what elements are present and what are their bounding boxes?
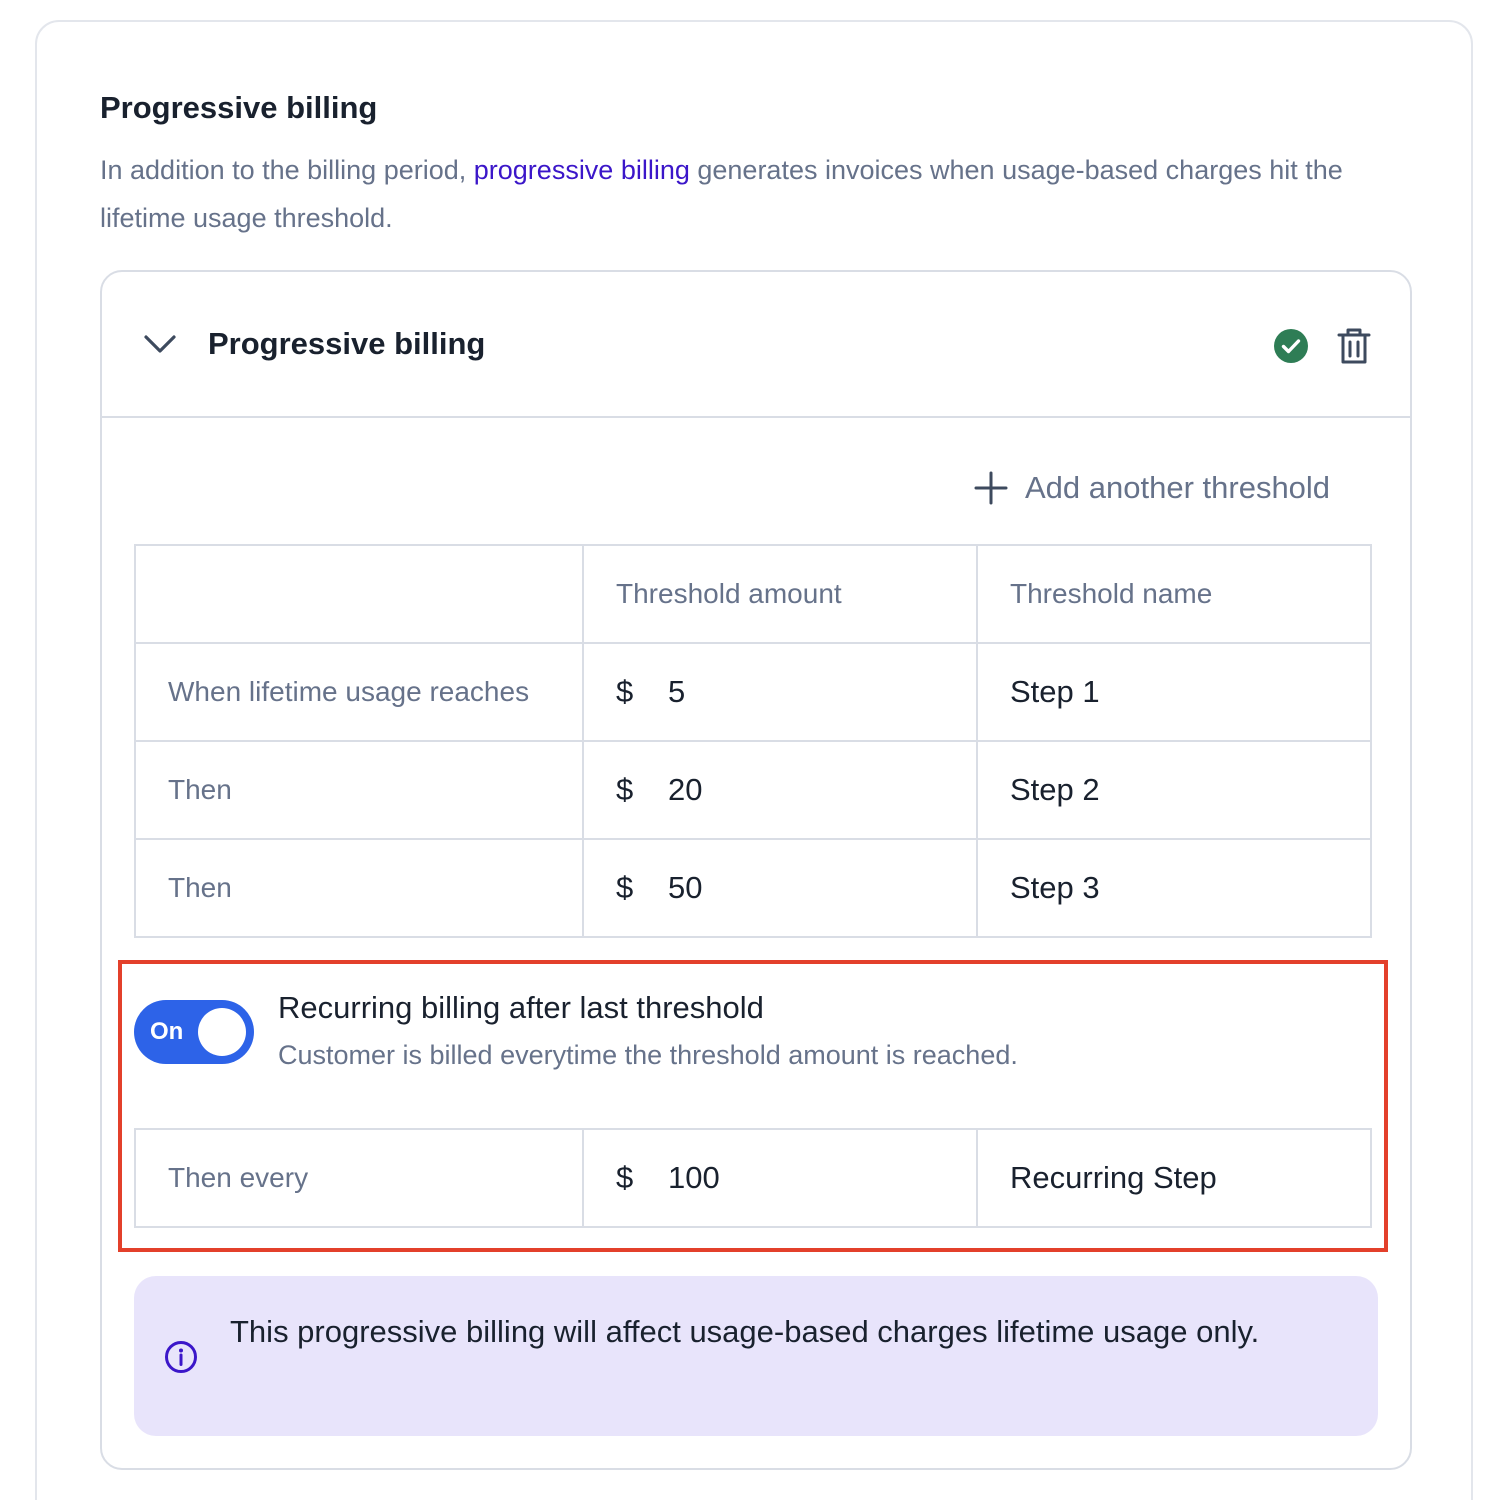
recurring-amount-input[interactable]: $100 — [582, 1128, 978, 1228]
table-header-amount: Threshold amount — [582, 544, 978, 644]
table-row: Then every $100 Recurring Step — [134, 1128, 1372, 1228]
recurring-amount-value: 100 — [668, 1160, 720, 1195]
table-row: Then $20 Step 2 — [134, 740, 1372, 840]
currency-symbol: $ — [616, 772, 634, 807]
table-header-name: Threshold name — [976, 544, 1372, 644]
recurring-subtitle: Customer is billed everytime the thresho… — [278, 1040, 1018, 1070]
threshold-amount-input[interactable]: $20 — [582, 740, 978, 840]
section-title: Progressive billing — [100, 90, 378, 125]
section-description-text: In addition to the billing period, — [100, 155, 474, 185]
progressive-billing-link[interactable]: progressive billing — [474, 155, 690, 185]
currency-symbol: $ — [616, 1160, 634, 1195]
chevron-down-icon[interactable] — [140, 328, 180, 360]
info-text: This progressive billing will affect usa… — [230, 1314, 1260, 1349]
threshold-amount-value: 50 — [668, 870, 703, 905]
currency-symbol: $ — [616, 674, 634, 709]
threshold-name-input[interactable]: Step 1 — [976, 642, 1372, 742]
threshold-amount-input[interactable]: $5 — [582, 642, 978, 742]
threshold-table: Threshold amount Threshold name When lif… — [134, 544, 1372, 938]
recurring-title: Recurring billing after last threshold — [278, 990, 764, 1025]
threshold-amount-value: 5 — [668, 674, 686, 709]
table-row: Then $50 Step 3 — [134, 838, 1372, 938]
row-label: Then every — [134, 1128, 584, 1228]
currency-symbol: $ — [616, 870, 634, 905]
section-description: In addition to the billing period, progr… — [100, 146, 1420, 242]
toggle-label: On — [150, 1018, 184, 1045]
threshold-name-input[interactable]: Step 2 — [976, 740, 1372, 840]
plus-icon — [974, 471, 1008, 505]
toggle-knob — [198, 1008, 246, 1056]
table-header-label — [134, 544, 584, 644]
check-circle-icon — [1274, 329, 1308, 363]
threshold-amount-input[interactable]: $50 — [582, 838, 978, 938]
trash-icon[interactable] — [1336, 326, 1372, 366]
threshold-name-input[interactable]: Step 3 — [976, 838, 1372, 938]
threshold-amount-value: 20 — [668, 772, 703, 807]
panel-title: Progressive billing — [208, 326, 486, 361]
row-label: Then — [134, 838, 584, 938]
table-row: When lifetime usage reaches $5 Step 1 — [134, 642, 1372, 742]
add-threshold-label: Add another threshold — [1025, 470, 1331, 505]
recurring-table: Then every $100 Recurring Step — [134, 1128, 1372, 1228]
row-label: When lifetime usage reaches — [134, 642, 584, 742]
row-label: Then — [134, 740, 584, 840]
recurring-name-input[interactable]: Recurring Step — [976, 1128, 1372, 1228]
info-callout: This progressive billing will affect usa… — [134, 1276, 1378, 1436]
info-icon — [165, 1341, 197, 1373]
panel-header[interactable]: Progressive billing — [102, 272, 1410, 418]
table-header-row: Threshold amount Threshold name — [134, 544, 1372, 644]
recurring-toggle[interactable]: On — [134, 1000, 254, 1064]
add-threshold-button[interactable]: Add another threshold — [974, 468, 1330, 508]
